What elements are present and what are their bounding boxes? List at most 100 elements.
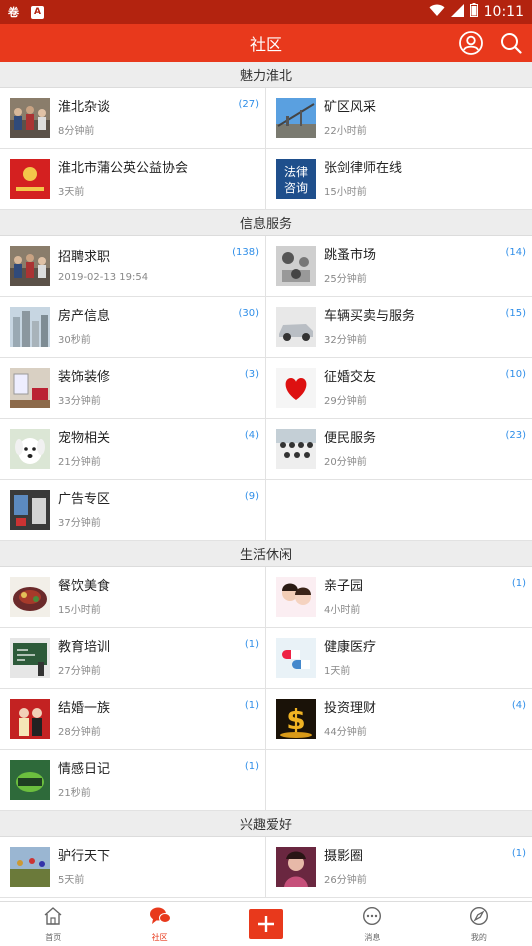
nav-label: 社区 xyxy=(151,932,168,942)
forum-new-count: (27) xyxy=(238,99,259,110)
forum-new-count: (1) xyxy=(511,578,526,589)
forum-title: 车辆买卖与服务 xyxy=(324,309,416,324)
empty-cell xyxy=(266,480,532,541)
forum-last-update: 28分钟前 xyxy=(58,727,101,738)
plus-icon xyxy=(249,909,284,939)
forum-last-update: 30秒前 xyxy=(58,335,91,346)
forum-last-update: 4小时前 xyxy=(324,605,361,616)
page-title: 社区 xyxy=(249,35,282,54)
forum-thumbnail xyxy=(276,429,316,469)
forum-title: 餐饮美食 xyxy=(58,579,111,594)
compass-icon xyxy=(469,906,489,930)
section-header: 信息服务 xyxy=(0,210,532,236)
forum-new-count: (9) xyxy=(244,491,259,502)
search-button[interactable] xyxy=(498,30,524,56)
forum-last-update: 2019-02-13 19:54 xyxy=(58,272,149,283)
nav-message[interactable]: 消息 xyxy=(319,902,425,946)
forum-item[interactable]: 招聘求职 2019-02-13 19:54 (138) xyxy=(0,236,266,297)
forum-last-update: 8分钟前 xyxy=(58,126,95,137)
forum-item[interactable]: 法律 咨询 张剑律师在线 15小时前 xyxy=(266,149,532,210)
forum-thumbnail: $ xyxy=(276,699,316,739)
forum-title: 矿区风采 xyxy=(324,100,377,115)
nav-home[interactable]: 首页 xyxy=(0,902,106,946)
forum-new-count: (15) xyxy=(505,308,526,319)
bottom-nav: 首页 社区 消息 我的 xyxy=(0,901,532,946)
forum-title: 装饰装修 xyxy=(58,370,111,385)
forum-last-update: 3天前 xyxy=(58,187,85,198)
forum-thumbnail xyxy=(276,577,316,617)
forum-item[interactable]: 结婚一族 28分钟前 (1) xyxy=(0,689,266,750)
forum-thumbnail xyxy=(276,98,316,138)
forum-thumbnail xyxy=(276,368,316,408)
forum-item[interactable]: 教育培训 27分钟前 (1) xyxy=(0,628,266,689)
forum-item[interactable]: 跳蚤市场 25分钟前 (14) xyxy=(266,236,532,297)
svg-text:$: $ xyxy=(286,703,305,736)
svg-text:法律: 法律 xyxy=(284,165,308,179)
forum-title: 驴行天下 xyxy=(58,849,111,864)
forum-new-count: (30) xyxy=(238,308,259,319)
nav-compass[interactable]: 我的 xyxy=(426,902,532,946)
message-icon xyxy=(362,906,382,930)
community-icon xyxy=(149,906,171,930)
forum-item[interactable]: 宠物相关 21分钟前 (4) xyxy=(0,419,266,480)
section-grid: 淮北杂谈 8分钟前 (27) 矿区风采 22小时前 淮北市蒲公英公益协会 3天前 法律 咨询 张剑… xyxy=(0,88,532,210)
wifi-icon xyxy=(429,4,445,21)
forum-new-count: (14) xyxy=(505,247,526,258)
forum-title: 张剑律师在线 xyxy=(324,161,403,176)
profile-button[interactable] xyxy=(458,30,484,56)
svg-text:咨询: 咨询 xyxy=(284,180,308,195)
forum-item[interactable]: 车辆买卖与服务 32分钟前 (15) xyxy=(266,297,532,358)
app-notification-icon: 卷 xyxy=(8,6,19,19)
community-list[interactable]: 魅力淮北 淮北杂谈 8分钟前 (27) 矿区风采 22小时前 淮北市蒲公英公益协会 3天前 法律… xyxy=(0,62,532,901)
forum-thumbnail xyxy=(10,638,50,678)
forum-thumbnail xyxy=(10,847,50,887)
forum-title: 健康医疗 xyxy=(324,640,377,655)
search-icon xyxy=(501,33,522,54)
empty-cell xyxy=(266,750,532,811)
forum-last-update: 27分钟前 xyxy=(58,666,101,677)
forum-thumbnail xyxy=(10,98,50,138)
nav-label: 消息 xyxy=(364,932,381,942)
forum-item[interactable]: 征婚交友 29分钟前 (10) xyxy=(266,358,532,419)
forum-title: 摄影圈 xyxy=(324,849,364,864)
section-grid: 餐饮美食 15小时前 亲子园 4小时前 (1) 教育培训 27分钟前 (1) 健康医疗 1天前 结婚… xyxy=(0,567,532,811)
forum-title: 淮北市蒲公英公益协会 xyxy=(58,161,189,176)
forum-title: 宠物相关 xyxy=(58,431,111,446)
forum-item[interactable]: $ 投资理财 44分钟前 (4) xyxy=(266,689,532,750)
forum-item[interactable]: 驴行天下 5天前 xyxy=(0,837,266,898)
forum-item[interactable]: 淮北杂谈 8分钟前 (27) xyxy=(0,88,266,149)
forum-last-update: 5天前 xyxy=(58,875,85,886)
forum-thumbnail xyxy=(10,307,50,347)
forum-item[interactable]: 淮北市蒲公英公益协会 3天前 xyxy=(0,149,266,210)
nav-plus[interactable] xyxy=(213,902,319,946)
forum-item[interactable]: 装饰装修 33分钟前 (3) xyxy=(0,358,266,419)
forum-item[interactable]: 便民服务 20分钟前 (23) xyxy=(266,419,532,480)
forum-title: 情感日记 xyxy=(58,762,111,777)
forum-item[interactable]: 广告专区 37分钟前 (9) xyxy=(0,480,266,541)
forum-thumbnail xyxy=(10,368,50,408)
forum-last-update: 21分钟前 xyxy=(58,457,101,468)
forum-thumbnail xyxy=(10,760,50,800)
section-grid: 驴行天下 5天前 摄影圈 26分钟前 (1) xyxy=(0,837,532,898)
forum-last-update: 25分钟前 xyxy=(324,274,367,285)
forum-item[interactable]: 房产信息 30秒前 (30) xyxy=(0,297,266,358)
forum-item[interactable]: 亲子园 4小时前 (1) xyxy=(266,567,532,628)
forum-item[interactable]: 摄影圈 26分钟前 (1) xyxy=(266,837,532,898)
forum-item[interactable]: 健康医疗 1天前 xyxy=(266,628,532,689)
forum-new-count: (4) xyxy=(244,430,259,441)
forum-thumbnail: 法律 咨询 xyxy=(276,159,316,199)
forum-title: 便民服务 xyxy=(324,431,377,446)
forum-item[interactable]: 餐饮美食 15小时前 xyxy=(0,567,266,628)
home-icon xyxy=(43,906,63,930)
section-grid: 招聘求职 2019-02-13 19:54 (138) 跳蚤市场 25分钟前 (14) 房产… xyxy=(0,236,532,541)
forum-new-count: (23) xyxy=(505,430,526,441)
forum-thumbnail xyxy=(276,847,316,887)
forum-item[interactable]: 矿区风采 22小时前 xyxy=(266,88,532,149)
forum-thumbnail xyxy=(10,577,50,617)
forum-last-update: 32分钟前 xyxy=(324,335,367,346)
forum-thumbnail xyxy=(10,490,50,530)
nav-community[interactable]: 社区 xyxy=(106,902,212,946)
forum-last-update: 33分钟前 xyxy=(58,396,101,407)
app-bar: 社区 xyxy=(0,24,532,62)
forum-item[interactable]: 情感日记 21秒前 (1) xyxy=(0,750,266,811)
